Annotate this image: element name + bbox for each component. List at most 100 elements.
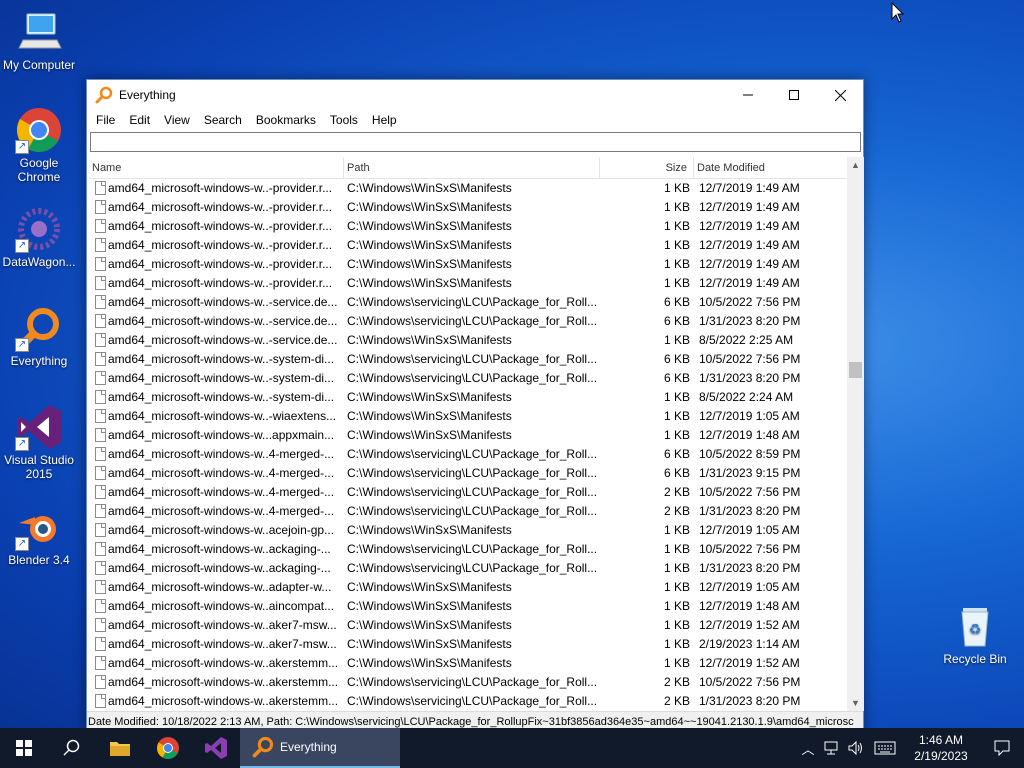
start-button[interactable] (0, 728, 48, 768)
file-icon (95, 257, 106, 271)
table-row[interactable]: amd64_microsoft-windows-w..-provider.r..… (89, 179, 847, 198)
row-path: C:\Windows\servicing\LCU\Package_for_Rol… (347, 447, 597, 461)
row-size: 1 KB (663, 618, 690, 632)
row-path: C:\Windows\servicing\LCU\Package_for_Rol… (347, 485, 597, 499)
table-row[interactable]: amd64_microsoft-windows-w..ackaging-... C… (89, 540, 847, 559)
menu-view[interactable]: View (157, 113, 197, 127)
scroll-down-icon[interactable]: ▼ (847, 695, 864, 711)
desktop-icon-my-computer[interactable]: My Computer (1, 8, 77, 72)
file-icon (95, 371, 106, 385)
row-size: 1 KB (663, 656, 690, 670)
file-icon (95, 295, 106, 309)
file-icon (95, 352, 106, 366)
network-icon[interactable] (820, 728, 844, 768)
table-row[interactable]: amd64_microsoft-windows-w..aker7-msw... C… (89, 635, 847, 654)
menu-edit[interactable]: Edit (122, 113, 157, 127)
volume-icon[interactable] (844, 728, 868, 768)
table-row[interactable]: amd64_microsoft-windows-w..-provider.r..… (89, 274, 847, 293)
table-row[interactable]: amd64_microsoft-windows-w..-provider.r..… (89, 198, 847, 217)
row-name: amd64_microsoft-windows-w..-system-di... (108, 390, 335, 404)
row-modified: 10/5/2022 7:56 PM (699, 295, 801, 309)
close-button[interactable] (817, 80, 863, 110)
column-modified-header[interactable]: Date Modified (694, 157, 847, 179)
desktop-icon-google-chrome[interactable]: ↗ Google Chrome (1, 106, 77, 184)
table-row[interactable]: amd64_microsoft-windows-w..4-merged-... C… (89, 502, 847, 521)
row-modified: 12/7/2019 1:48 AM (699, 428, 800, 442)
table-row[interactable]: amd64_microsoft-windows-w..4-merged-... C… (89, 483, 847, 502)
column-name-header[interactable]: Name (89, 157, 344, 179)
row-size: 1 KB (663, 200, 690, 214)
scroll-up-icon[interactable]: ▲ (847, 157, 864, 173)
visual-studio-taskbar-icon[interactable] (192, 728, 240, 768)
table-row[interactable]: amd64_microsoft-windows-w..-wiaextens...… (89, 407, 847, 426)
table-row[interactable]: amd64_microsoft-windows-w..-system-di...… (89, 388, 847, 407)
menu-bookmarks[interactable]: Bookmarks (249, 113, 323, 127)
row-path: C:\Windows\servicing\LCU\Package_for_Rol… (347, 561, 597, 575)
desktop-icon-blender[interactable]: ↗ Blender 3.4 (1, 503, 77, 567)
table-row[interactable]: amd64_microsoft-windows-w..-provider.r..… (89, 236, 847, 255)
menu-tools[interactable]: Tools (323, 113, 365, 127)
shortcut-arrow-icon: ↗ (15, 140, 29, 154)
results-list: amd64_microsoft-windows-w..-provider.r..… (89, 179, 847, 711)
desktop-icon-datawagon[interactable]: ↗ DataWagon... (1, 205, 77, 269)
column-size-header[interactable]: Size (600, 157, 694, 179)
datawagon-icon: ↗ (15, 205, 63, 253)
column-path-header[interactable]: Path (344, 157, 600, 179)
table-row[interactable]: amd64_microsoft-windows-w..-system-di...… (89, 369, 847, 388)
taskbar-everything-button[interactable]: Everything (240, 728, 400, 768)
chrome-taskbar-icon[interactable] (144, 728, 192, 768)
keyboard-icon[interactable] (868, 728, 902, 768)
clock[interactable]: 1:46 AM 2/19/2023 (902, 732, 980, 764)
file-icon (95, 523, 106, 537)
desktop-icon-recycle-bin[interactable]: ♻ Recycle Bin (937, 602, 1013, 666)
row-size: 6 KB (663, 352, 690, 366)
search-input[interactable] (90, 132, 861, 152)
row-name: amd64_microsoft-windows-w..-provider.r..… (108, 181, 333, 195)
table-row[interactable]: amd64_microsoft-windows-w..-service.de..… (89, 312, 847, 331)
row-path: C:\Windows\servicing\LCU\Package_for_Rol… (347, 352, 597, 366)
search-icon[interactable] (48, 728, 96, 768)
table-row[interactable]: amd64_microsoft-windows-w..-provider.r..… (89, 255, 847, 274)
table-row[interactable]: amd64_microsoft-windows-w..akerstemm... C… (89, 692, 847, 711)
table-row[interactable]: amd64_microsoft-windows-w..akerstemm... C… (89, 654, 847, 673)
file-explorer-icon[interactable] (96, 728, 144, 768)
table-row[interactable]: amd64_microsoft-windows-w..-service.de..… (89, 293, 847, 312)
windows-logo-icon (16, 740, 32, 756)
row-path: C:\Windows\WinSxS\Manifests (347, 390, 512, 404)
minimize-button[interactable] (725, 80, 771, 110)
desktop-icon-label: Everything (10, 354, 68, 368)
file-icon (95, 333, 106, 347)
table-row[interactable]: amd64_microsoft-windows-w..aker7-msw... C… (89, 616, 847, 635)
row-path: C:\Windows\WinSxS\Manifests (347, 200, 512, 214)
desktop-icon-everything[interactable]: ↗ Everything (1, 304, 77, 368)
table-row[interactable]: amd64_microsoft-windows-w..4-merged-... C… (89, 464, 847, 483)
row-path: C:\Windows\WinSxS\Manifests (347, 181, 512, 195)
table-row[interactable]: amd64_microsoft-windows-w..adapter-w... C… (89, 578, 847, 597)
table-row[interactable]: amd64_microsoft-windows-w..ackaging-... C… (89, 559, 847, 578)
table-row[interactable]: amd64_microsoft-windows-w..akerstemm... C… (89, 673, 847, 692)
table-row[interactable]: amd64_microsoft-windows-w..aincompat... C… (89, 597, 847, 616)
chevron-up-icon[interactable]: ︿ (796, 728, 820, 768)
maximize-button[interactable] (771, 80, 817, 110)
notification-icon[interactable] (980, 728, 1024, 768)
row-name: amd64_microsoft-windows-w..-provider.r..… (108, 200, 333, 214)
title-bar[interactable]: Everything (87, 80, 863, 110)
vertical-scrollbar[interactable]: ▲ ▼ (847, 157, 864, 711)
row-modified: 1/31/2023 8:20 PM (699, 694, 801, 708)
menu-help[interactable]: Help (365, 113, 404, 127)
row-path: C:\Windows\WinSxS\Manifests (347, 428, 512, 442)
menu-search[interactable]: Search (197, 113, 249, 127)
chrome-icon: ↗ (15, 106, 63, 154)
table-row[interactable]: amd64_microsoft-windows-w..-system-di...… (89, 350, 847, 369)
row-modified: 12/7/2019 1:49 AM (699, 238, 800, 252)
table-row[interactable]: amd64_microsoft-windows-w..-provider.r..… (89, 217, 847, 236)
file-icon (95, 637, 106, 651)
table-row[interactable]: amd64_microsoft-windows-w...appxmain... C… (89, 426, 847, 445)
table-row[interactable]: amd64_microsoft-windows-w..4-merged-... C… (89, 445, 847, 464)
menu-file[interactable]: File (89, 113, 122, 127)
row-path: C:\Windows\servicing\LCU\Package_for_Rol… (347, 466, 597, 480)
table-row[interactable]: amd64_microsoft-windows-w..acejoin-gp...… (89, 521, 847, 540)
desktop-icon-visual-studio[interactable]: ↗ Visual Studio 2015 (1, 403, 77, 481)
table-row[interactable]: amd64_microsoft-windows-w..-service.de..… (89, 331, 847, 350)
scrollbar-thumb[interactable] (849, 362, 862, 378)
